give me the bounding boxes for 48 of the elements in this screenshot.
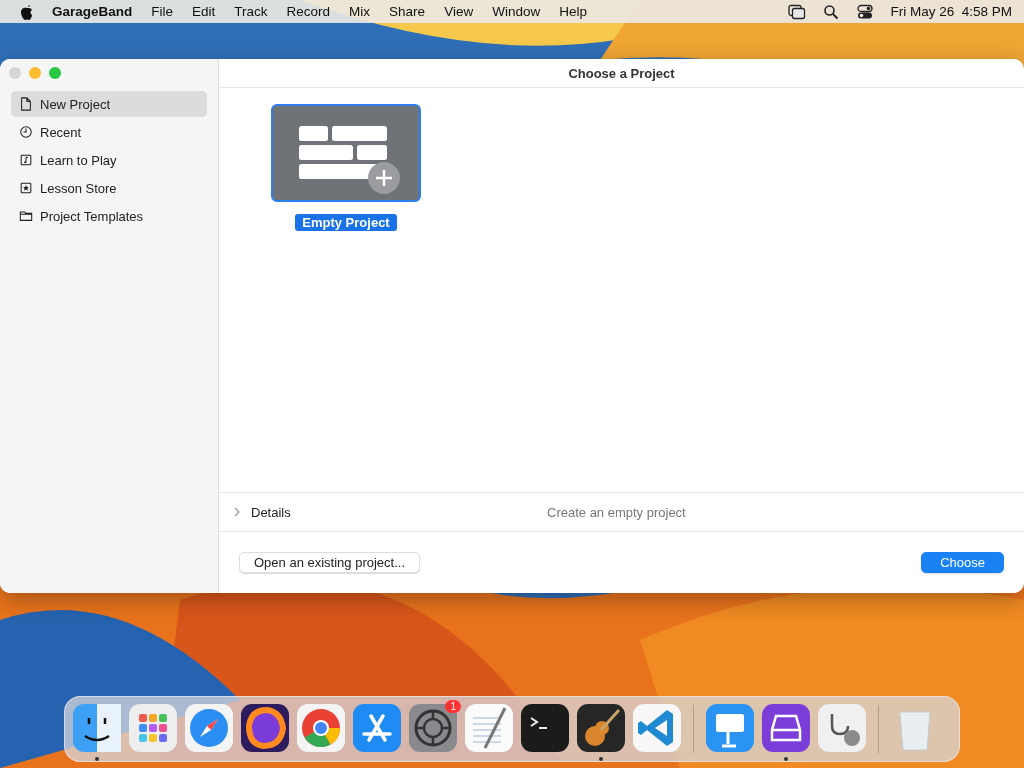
project-description: Create an empty project (547, 504, 686, 520)
clock-icon (19, 125, 33, 139)
menu-item[interactable]: Edit (192, 4, 216, 19)
window-title: Choose a Project (568, 65, 675, 81)
presentation-icon[interactable] (706, 704, 754, 752)
windows-icon[interactable] (788, 3, 807, 20)
folder-icon (19, 209, 33, 223)
search-icon[interactable] (822, 3, 841, 20)
menu-item[interactable]: Track (234, 4, 268, 19)
chevron-icon (233, 507, 241, 517)
details-disclosure[interactable]: Details (219, 504, 547, 520)
music-note-icon (19, 153, 33, 167)
project-template-tile[interactable] (271, 104, 421, 202)
document-icon (19, 97, 33, 111)
menu-bar-clock[interactable]: Fri May 26 4:58 PM (890, 4, 1012, 19)
menu-item[interactable]: Window (492, 4, 541, 19)
menu-item[interactable]: View (444, 4, 474, 19)
project-name: Empty Project (295, 214, 397, 231)
app-menu[interactable]: GarageBand (52, 4, 133, 19)
apple-logo-icon[interactable] (20, 3, 34, 20)
notepad-pen-icon[interactable] (465, 704, 513, 752)
chrome-logo-icon[interactable] (297, 704, 345, 752)
app-grid-icon[interactable] (129, 704, 177, 752)
guitar-icon[interactable] (577, 704, 625, 752)
menu-item[interactable]: File (151, 4, 174, 19)
running-indicator (599, 757, 603, 761)
sidebar-item[interactable]: New Project (11, 91, 207, 117)
menu-item[interactable]: Mix (349, 4, 371, 19)
open-project-button[interactable]: Open an existing project... (239, 552, 421, 573)
tray-icon[interactable] (762, 704, 810, 752)
toggles-icon[interactable] (856, 3, 875, 20)
menu-item[interactable]: Help (559, 4, 587, 19)
menu-item[interactable]: Share (389, 4, 426, 19)
menu-item[interactable]: Record (286, 4, 331, 19)
running-indicator (95, 757, 99, 761)
choose-button[interactable]: Choose (921, 552, 1004, 573)
sidebar-item[interactable]: Lesson Store (11, 175, 207, 201)
sidebar-item[interactable]: Recent (11, 119, 207, 145)
code-editor-icon[interactable] (633, 704, 681, 752)
smiling-face-icon[interactable] (73, 704, 121, 752)
gear-icon[interactable] (409, 704, 457, 752)
running-indicator (784, 757, 788, 761)
compass-icon[interactable] (185, 704, 233, 752)
notification-badge: 1 (445, 700, 461, 713)
terminal-icon[interactable] (521, 704, 569, 752)
sidebar-item[interactable]: Learn to Play (11, 147, 207, 173)
sidebar-item[interactable]: Project Templates (11, 203, 207, 229)
app-store-icon[interactable] (353, 704, 401, 752)
